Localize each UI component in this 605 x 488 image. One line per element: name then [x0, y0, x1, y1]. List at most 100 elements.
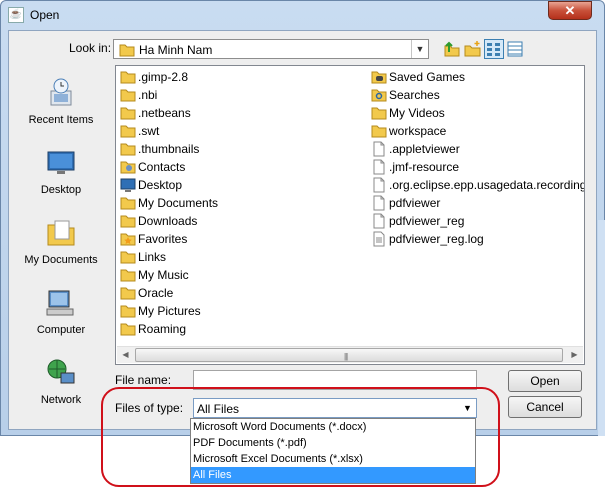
- file-name: Contacts: [138, 160, 186, 174]
- file-name: pdfviewer_reg.log: [389, 232, 484, 246]
- file-name: Roaming: [138, 322, 187, 336]
- file-item[interactable]: .appletviewer: [369, 140, 584, 158]
- file-name: Desktop: [138, 178, 183, 192]
- file-name: My Pictures: [138, 304, 201, 318]
- file-icon: [371, 141, 387, 157]
- desktop-icon: [47, 151, 75, 174]
- file-item[interactable]: Searches: [369, 86, 584, 104]
- file-item[interactable]: pdfviewer_reg: [369, 212, 584, 230]
- file-item[interactable]: Links: [118, 248, 366, 266]
- file-item[interactable]: .nbi: [118, 86, 366, 104]
- up-folder-icon: [444, 41, 460, 57]
- window-title: Open: [30, 8, 60, 22]
- file-name: pdfviewer_reg: [389, 214, 465, 228]
- file-name: .org.eclipse.epp.usagedata.recording: [389, 178, 585, 192]
- file-item[interactable]: workspace: [369, 122, 584, 140]
- cancel-button[interactable]: Cancel: [508, 396, 582, 418]
- place-desktop[interactable]: Desktop: [9, 141, 113, 209]
- file-name: Downloads: [138, 214, 198, 228]
- recent-items-icon: [50, 78, 72, 106]
- file-name: .swt: [138, 124, 160, 138]
- folder-icon: [120, 141, 136, 157]
- horizontal-scrollbar[interactable]: ◀ ||| ▶: [117, 346, 583, 363]
- look-in-combo[interactable]: Ha Minh Nam ▼: [113, 39, 429, 59]
- chevron-down-icon[interactable]: ▼: [411, 40, 428, 58]
- folder-icon: [120, 213, 136, 229]
- folder-icon: [120, 321, 136, 337]
- file-name: .jmf-resource: [389, 160, 460, 174]
- background-window-edge: [598, 220, 605, 436]
- folder-icon: [120, 87, 136, 103]
- place-label: Network: [40, 394, 82, 406]
- folder-icon: [120, 195, 136, 211]
- new-folder-icon: [464, 41, 481, 57]
- scroll-right-icon[interactable]: ▶: [566, 347, 583, 363]
- scroll-left-icon[interactable]: ◀: [117, 347, 134, 363]
- file-name: Saved Games: [389, 70, 466, 84]
- file-icon: [371, 195, 387, 211]
- file-item[interactable]: .gimp-2.8: [118, 68, 366, 86]
- saved-games-icon: [371, 69, 387, 85]
- file-icon: [371, 213, 387, 229]
- place-recent-items[interactable]: Recent Items: [9, 71, 113, 139]
- folder-icon: [120, 69, 136, 85]
- title-bar[interactable]: ☕ Open ✕: [0, 0, 605, 30]
- file-item[interactable]: Favorites: [118, 230, 366, 248]
- file-item[interactable]: My Videos: [369, 104, 584, 122]
- folder-icon: [120, 285, 136, 301]
- close-button[interactable]: ✕: [548, 1, 592, 20]
- open-dialog: ☕ Open ✕ Look in: Ha Minh Nam ▼ Recent I…: [0, 0, 605, 488]
- up-folder-button[interactable]: [442, 39, 462, 59]
- place-network[interactable]: Network: [9, 351, 113, 419]
- file-item[interactable]: .jmf-resource: [369, 158, 584, 176]
- text-file-icon: [371, 231, 387, 247]
- file-list[interactable]: .gimp-2.8 .nbi .netbeans .swt .thumbnails Con…: [115, 65, 585, 365]
- file-name: .appletviewer: [389, 142, 460, 156]
- file-item[interactable]: Desktop: [118, 176, 366, 194]
- file-item[interactable]: .org.eclipse.epp.usagedata.recording: [369, 176, 585, 194]
- look-in-value: Ha Minh Nam: [139, 43, 213, 57]
- file-item[interactable]: pdfviewer_reg.log: [369, 230, 584, 248]
- place-label: My Documents: [24, 254, 98, 266]
- place-my-documents[interactable]: My Documents: [9, 211, 113, 279]
- file-name: Oracle: [138, 286, 174, 300]
- file-item[interactable]: Saved Games: [369, 68, 584, 86]
- file-name: My Music: [138, 268, 189, 282]
- file-name: .nbi: [138, 88, 158, 102]
- file-item[interactable]: My Documents: [118, 194, 366, 212]
- folder-icon: [119, 44, 135, 57]
- details-view-button[interactable]: [505, 39, 525, 59]
- searches-icon: [371, 87, 387, 103]
- favorites-icon: [120, 231, 136, 247]
- file-name: workspace: [389, 124, 447, 138]
- file-item[interactable]: Oracle: [118, 284, 366, 302]
- folder-icon: [120, 303, 136, 319]
- place-computer[interactable]: Computer: [9, 281, 113, 349]
- desktop-icon: [120, 177, 136, 193]
- file-item[interactable]: My Pictures: [118, 302, 366, 320]
- look-in-label: Look in:: [69, 41, 112, 55]
- file-column-2: Saved Games Searches My Videos workspace .ap…: [369, 68, 585, 248]
- scrollbar-thumb[interactable]: |||: [135, 348, 563, 362]
- folder-icon: [371, 105, 387, 121]
- file-name: My Videos: [389, 106, 445, 120]
- list-view-button[interactable]: [484, 39, 504, 59]
- folder-icon: [120, 123, 136, 139]
- file-item[interactable]: pdfviewer: [369, 194, 584, 212]
- list-view-icon: [487, 43, 500, 56]
- file-item[interactable]: .thumbnails: [118, 140, 366, 158]
- details-view-icon: [507, 41, 523, 57]
- file-name-label: File name:: [115, 373, 172, 387]
- file-item[interactable]: .swt: [118, 122, 366, 140]
- file-name: .netbeans: [138, 106, 191, 120]
- file-name: pdfviewer: [389, 196, 441, 210]
- folder-icon: [120, 105, 136, 121]
- file-item[interactable]: My Music: [118, 266, 366, 284]
- file-item[interactable]: Downloads: [118, 212, 366, 230]
- computer-icon: [46, 290, 74, 316]
- file-item[interactable]: Contacts: [118, 158, 366, 176]
- open-button[interactable]: Open: [508, 370, 582, 392]
- new-folder-button[interactable]: [463, 39, 483, 59]
- file-item[interactable]: Roaming: [118, 320, 366, 338]
- file-item[interactable]: .netbeans: [118, 104, 366, 122]
